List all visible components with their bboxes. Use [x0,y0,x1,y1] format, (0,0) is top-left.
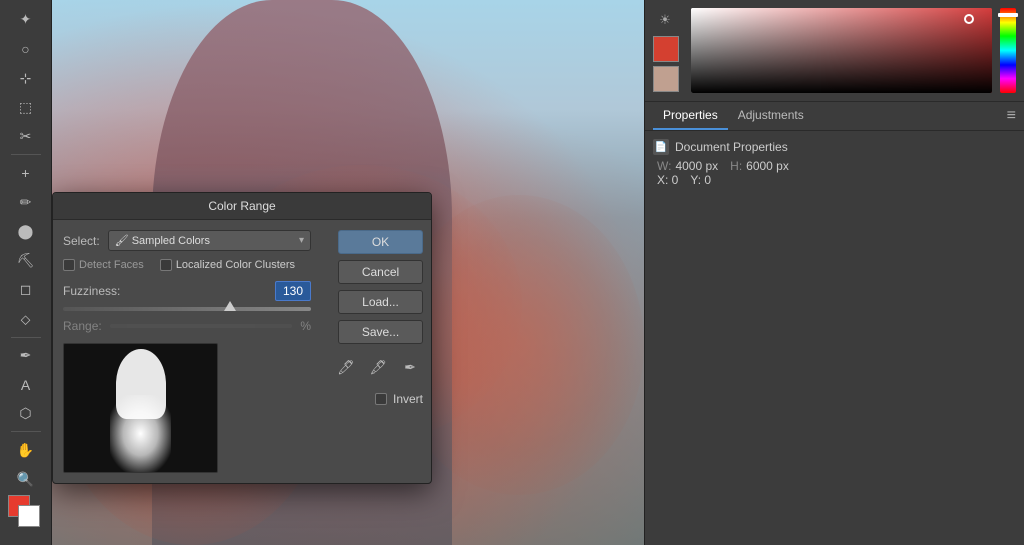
localized-clusters-checkbox[interactable]: Localized Color Clusters [160,259,295,271]
eyedropper-icon[interactable]: 🖊 [333,354,359,380]
invert-label: Invert [393,392,423,406]
tool-eraser[interactable]: ⛏ [8,247,44,274]
localized-label: Localized Color Clusters [176,259,295,271]
fuzziness-input[interactable]: 130 [275,281,311,301]
detect-faces-cb-box[interactable] [63,259,75,271]
hue-cursor[interactable] [998,13,1018,17]
x-value: X: 0 [657,173,678,187]
y-item: Y: 0 [690,173,711,187]
tool-hand[interactable]: ✋ [8,436,44,463]
swatch-container[interactable] [8,495,44,531]
detect-faces-checkbox[interactable]: Detect Faces [63,259,144,271]
tab-adjustments[interactable]: Adjustments [728,102,814,130]
cancel-button[interactable]: Cancel [338,260,423,284]
thumb-white-smoke [110,395,171,472]
panel-bg-swatch[interactable] [653,66,679,92]
tool-marquee[interactable]: ○ [8,35,44,62]
tool-zoom[interactable]: 🔍 [8,466,44,493]
panel-menu-icon[interactable]: ≡ [1007,102,1016,130]
dialog-left: Select: 🖌 Sampled Colors ▾ Detect Faces [53,220,321,483]
invert-row: Invert [375,392,423,406]
dialog-title: Color Range [53,193,431,220]
width-item: W: 4000 px [657,159,718,173]
tool-pen[interactable]: ✒ [8,342,44,369]
width-label: W: [657,159,671,173]
document-properties-row: 📄 Document Properties [653,139,1016,155]
slider-thumb[interactable] [224,301,236,311]
tool-stamp[interactable]: ⬤ [8,218,44,245]
tool-crop[interactable]: ⬚ [8,94,44,121]
color-picker-area: ☀ [645,0,1024,102]
y-value: Y: 0 [690,173,711,187]
checkboxes-row: Detect Faces Localized Color Clusters [63,259,311,271]
height-label: H: [730,159,742,173]
fuzziness-row: Fuzziness: 130 [63,281,311,301]
panel-tabs: Properties Adjustments ≡ [645,102,1024,131]
eyedropper-add-icon[interactable]: 🖋 [365,354,391,380]
position-row: X: 0 Y: 0 [657,173,1016,187]
tool-gradient[interactable]: ◻ [8,276,44,303]
detect-faces-label: Detect Faces [79,259,144,271]
hue-strip[interactable] [1000,8,1016,93]
range-track[interactable] [110,324,293,328]
panel-icons-top: ☀ [653,8,683,92]
tool-brush[interactable]: ✏ [8,188,44,215]
fuzziness-label: Fuzziness: [63,284,120,298]
tool-lasso[interactable]: ⊹ [8,65,44,92]
range-label: Range: [63,319,102,333]
gradient-cursor[interactable] [964,14,974,24]
fuzziness-slider[interactable] [63,307,311,311]
tool-slice[interactable]: ✂ [8,123,44,150]
tool-heal[interactable]: + [8,159,44,186]
height-item: H: 6000 px [730,159,789,173]
panel-fg-swatch[interactable] [653,36,679,62]
background-swatch[interactable] [18,505,40,527]
height-value: 6000 px [746,159,789,173]
localized-cb-box[interactable] [160,259,172,271]
sun-icon[interactable]: ☀ [653,8,677,32]
preview-thumbnail [63,343,218,473]
small-swatches [653,36,679,92]
panel-right: ☀ Properties Adjustments ≡ 📄 Docu [644,0,1024,545]
tool-move[interactable]: ✦ [8,6,44,33]
eyedropper-row: 🖊 🖋 ✒ [333,354,423,380]
range-row: Range: % [63,319,311,333]
dimensions-row: W: 4000 px H: 6000 px [657,159,1016,173]
canvas-area: Color Range Select: 🖌 Sampled Colors ▾ [52,0,644,545]
tool-type[interactable]: A [8,371,44,398]
select-label: Select: [63,234,100,248]
chevron-down-icon: ▾ [299,235,304,246]
load-button[interactable]: Load... [338,290,423,314]
range-pct: % [300,319,311,333]
toolbar-left: ✦ ○ ⊹ ⬚ ✂ + ✏ ⬤ ⛏ ◻ ⬦ ✒ A ⬡ ✋ 🔍 [0,0,52,545]
dialog-right: OK Cancel Load... Save... 🖊 🖋 ✒ Invert [321,220,431,483]
invert-checkbox[interactable] [375,393,387,405]
toolbar-divider-2 [11,337,41,338]
document-title: Document Properties [675,140,788,154]
x-item: X: 0 [657,173,678,187]
select-row: Select: 🖌 Sampled Colors ▾ [63,230,311,251]
thumb-image [64,344,217,472]
ok-button[interactable]: OK [338,230,423,254]
tab-properties[interactable]: Properties [653,102,728,130]
toolbar-divider-1 [11,154,41,155]
save-button[interactable]: Save... [338,320,423,344]
color-gradient-picker[interactable] [691,8,992,93]
tool-dodge[interactable]: ⬦ [8,305,44,332]
toolbar-divider-3 [11,431,41,432]
tool-shape[interactable]: ⬡ [8,400,44,427]
document-icon: 📄 [653,139,669,155]
slider-track[interactable] [63,307,311,311]
eyedropper-subtract-icon[interactable]: ✒ [397,354,423,380]
color-range-dialog: Color Range Select: 🖌 Sampled Colors ▾ [52,192,432,484]
dialog-body: Select: 🖌 Sampled Colors ▾ Detect Faces [53,220,431,483]
color-swatches [8,495,44,539]
properties-panel: 📄 Document Properties W: 4000 px H: 6000… [645,131,1024,545]
width-value: 4000 px [675,159,718,173]
select-dropdown[interactable]: 🖌 Sampled Colors ▾ [108,230,311,251]
select-value: 🖌 Sampled Colors [115,234,210,247]
